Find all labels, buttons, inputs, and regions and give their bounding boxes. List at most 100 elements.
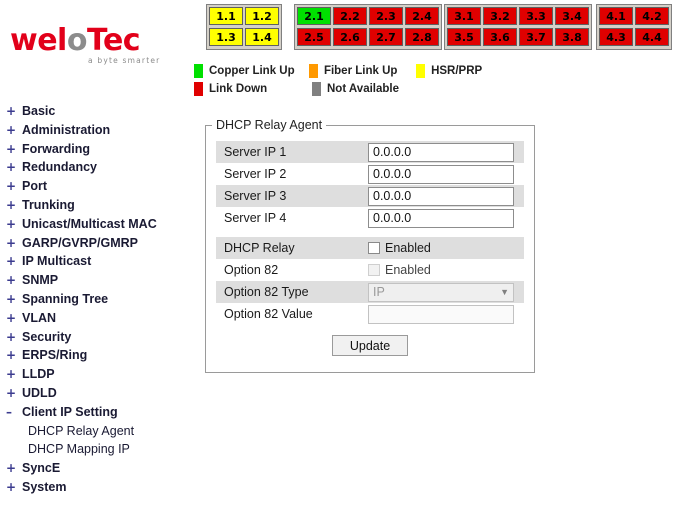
expand-icon[interactable]: + <box>6 104 22 118</box>
port-cell-1.1[interactable]: 1.1 <box>209 7 243 25</box>
port-cell-3.8[interactable]: 3.8 <box>555 28 589 46</box>
form-spacer <box>216 229 524 237</box>
panel-title: DHCP Relay Agent <box>216 118 323 132</box>
sidebar-item-dhcp-mapping-ip[interactable]: DHCP Mapping IP <box>0 442 192 461</box>
port-cell-4.4[interactable]: 4.4 <box>635 28 669 46</box>
expand-icon[interactable]: + <box>6 311 22 325</box>
legend-color-swatch <box>194 64 203 78</box>
sidebar-item-administration[interactable]: + Administration <box>0 123 192 142</box>
expand-icon[interactable]: + <box>6 480 22 494</box>
expand-icon[interactable]: + <box>6 330 22 344</box>
sidebar-item-spanning-tree[interactable]: + Spanning Tree <box>0 292 192 311</box>
logo-tagline: a byte smarter <box>88 56 161 65</box>
sidebar-item-ip-multicast[interactable]: + IP Multicast <box>0 254 192 273</box>
legend-label: Not Available <box>327 83 399 95</box>
server-ip-4-input[interactable] <box>368 208 514 228</box>
expand-icon[interactable]: + <box>6 273 22 287</box>
sidebar-item-label: DHCP Mapping IP <box>28 442 130 457</box>
port-cell-2.8[interactable]: 2.8 <box>405 28 439 46</box>
dhcp-relay-checkbox-wrap[interactable]: Enabled <box>368 241 431 255</box>
sidebar-item-garp-gvrp-gmrp[interactable]: + GARP/GVRP/GMRP <box>0 236 192 255</box>
sidebar-item-synce[interactable]: + SyncE <box>0 461 192 480</box>
port-cell-3.1[interactable]: 3.1 <box>447 7 481 25</box>
server-ip-1-input[interactable] <box>368 142 514 162</box>
port-grid: 3.1 3.5 3.2 3.6 3.3 3.7 3.4 3.8 <box>447 7 589 47</box>
legend-label: HSR/PRP <box>431 65 483 77</box>
sidebar-item-port[interactable]: + Port <box>0 179 192 198</box>
sidebar-item-client-ip-setting[interactable]: – Client IP Setting <box>0 405 192 424</box>
sidebar-item-redundancy[interactable]: + Redundancy <box>0 160 192 179</box>
port-cell-4.2[interactable]: 4.2 <box>635 7 669 25</box>
port-group-3: 3.1 3.5 3.2 3.6 3.3 3.7 3.4 3.8 <box>444 4 592 50</box>
expand-icon[interactable]: + <box>6 367 22 381</box>
sidebar-item-unicast-multicast-mac[interactable]: + Unicast/Multicast MAC <box>0 217 192 236</box>
form-row-label: Server IP 3 <box>224 189 287 203</box>
port-cell-2.5[interactable]: 2.5 <box>297 28 331 46</box>
port-cell-3.2[interactable]: 3.2 <box>483 7 517 25</box>
expand-icon[interactable]: + <box>6 254 22 268</box>
sidebar-item-erps-ring[interactable]: + ERPS/Ring <box>0 348 192 367</box>
sidebar-item-trunking[interactable]: + Trunking <box>0 198 192 217</box>
port-cell-2.1[interactable]: 2.1 <box>297 7 331 25</box>
update-button[interactable]: Update <box>332 335 408 356</box>
legend-row: Copper Link Up Fiber Link Up HSR/PRP <box>194 63 494 79</box>
expand-icon[interactable]: + <box>6 461 22 475</box>
expand-icon[interactable]: + <box>6 198 22 212</box>
dhcp-relay-form: Server IP 1 Server IP 2 Server IP 3 Server … <box>206 132 534 372</box>
expand-icon[interactable]: + <box>6 292 22 306</box>
port-cell-1.3[interactable]: 1.3 <box>209 28 243 46</box>
expand-icon[interactable]: + <box>6 160 22 174</box>
sidebar-item-label: Port <box>22 179 47 194</box>
form-row-field <box>368 142 524 162</box>
expand-icon[interactable]: + <box>6 348 22 362</box>
port-cell-4.1[interactable]: 4.1 <box>599 7 633 25</box>
form-row: Option 82 Type IP ▼ <box>216 281 524 303</box>
port-cell-3.3[interactable]: 3.3 <box>519 7 553 25</box>
sidebar-item-label: Unicast/Multicast MAC <box>22 216 157 231</box>
port-grid: 1.1 1.3 1.2 1.4 <box>209 7 279 47</box>
sidebar-item-security[interactable]: + Security <box>0 330 192 349</box>
collapse-icon[interactable]: – <box>6 405 22 419</box>
port-cell-2.4[interactable]: 2.4 <box>405 7 439 25</box>
sidebar-item-system[interactable]: + System <box>0 480 192 499</box>
port-cell-3.6[interactable]: 3.6 <box>483 28 517 46</box>
expand-icon[interactable]: + <box>6 217 22 231</box>
sidebar-item-snmp[interactable]: + SNMP <box>0 273 192 292</box>
logo-wordmark-part1: wel <box>10 23 67 58</box>
legend-label: Link Down <box>209 83 268 95</box>
sidebar-item-udld[interactable]: + UDLD <box>0 386 192 405</box>
sidebar-item-basic[interactable]: + Basic <box>0 104 192 123</box>
port-cell-3.7[interactable]: 3.7 <box>519 28 553 46</box>
form-row-label: Option 82 Value <box>224 307 313 321</box>
form-row: Server IP 4 <box>216 207 524 229</box>
expand-icon[interactable]: + <box>6 123 22 137</box>
sidebar-item-forwarding[interactable]: + Forwarding <box>0 142 192 161</box>
server-ip-3-input[interactable] <box>368 186 514 206</box>
sidebar-item-label: Security <box>22 329 72 344</box>
sidebar-item-lldp[interactable]: + LLDP <box>0 367 192 386</box>
sidebar-item-vlan[interactable]: + VLAN <box>0 311 192 330</box>
port-cell-3.4[interactable]: 3.4 <box>555 7 589 25</box>
sidebar-item-label: Spanning Tree <box>22 291 109 306</box>
form-row-label: DHCP Relay <box>224 241 295 255</box>
form-row: Server IP 3 <box>216 185 524 207</box>
form-row-field <box>368 208 524 228</box>
expand-icon[interactable]: + <box>6 179 22 193</box>
port-cell-3.5[interactable]: 3.5 <box>447 28 481 46</box>
port-cell-2.6[interactable]: 2.6 <box>333 28 367 46</box>
port-cell-2.3[interactable]: 2.3 <box>369 7 403 25</box>
port-cell-4.3[interactable]: 4.3 <box>599 28 633 46</box>
sidebar-item-dhcp-relay-agent[interactable]: DHCP Relay Agent <box>0 424 192 443</box>
server-ip-2-input[interactable] <box>368 164 514 184</box>
port-cell-1.2[interactable]: 1.2 <box>245 7 279 25</box>
port-cell-2.2[interactable]: 2.2 <box>333 7 367 25</box>
option-82-checkbox <box>368 264 380 276</box>
dhcp-relay-checkbox[interactable] <box>368 242 380 254</box>
expand-icon[interactable]: + <box>6 386 22 400</box>
legend-item: HSR/PRP <box>416 64 494 78</box>
expand-icon[interactable]: + <box>6 236 22 250</box>
port-cell-2.7[interactable]: 2.7 <box>369 28 403 46</box>
port-cell-1.4[interactable]: 1.4 <box>245 28 279 46</box>
form-row-field: IP ▼ <box>368 282 524 302</box>
expand-icon[interactable]: + <box>6 142 22 156</box>
